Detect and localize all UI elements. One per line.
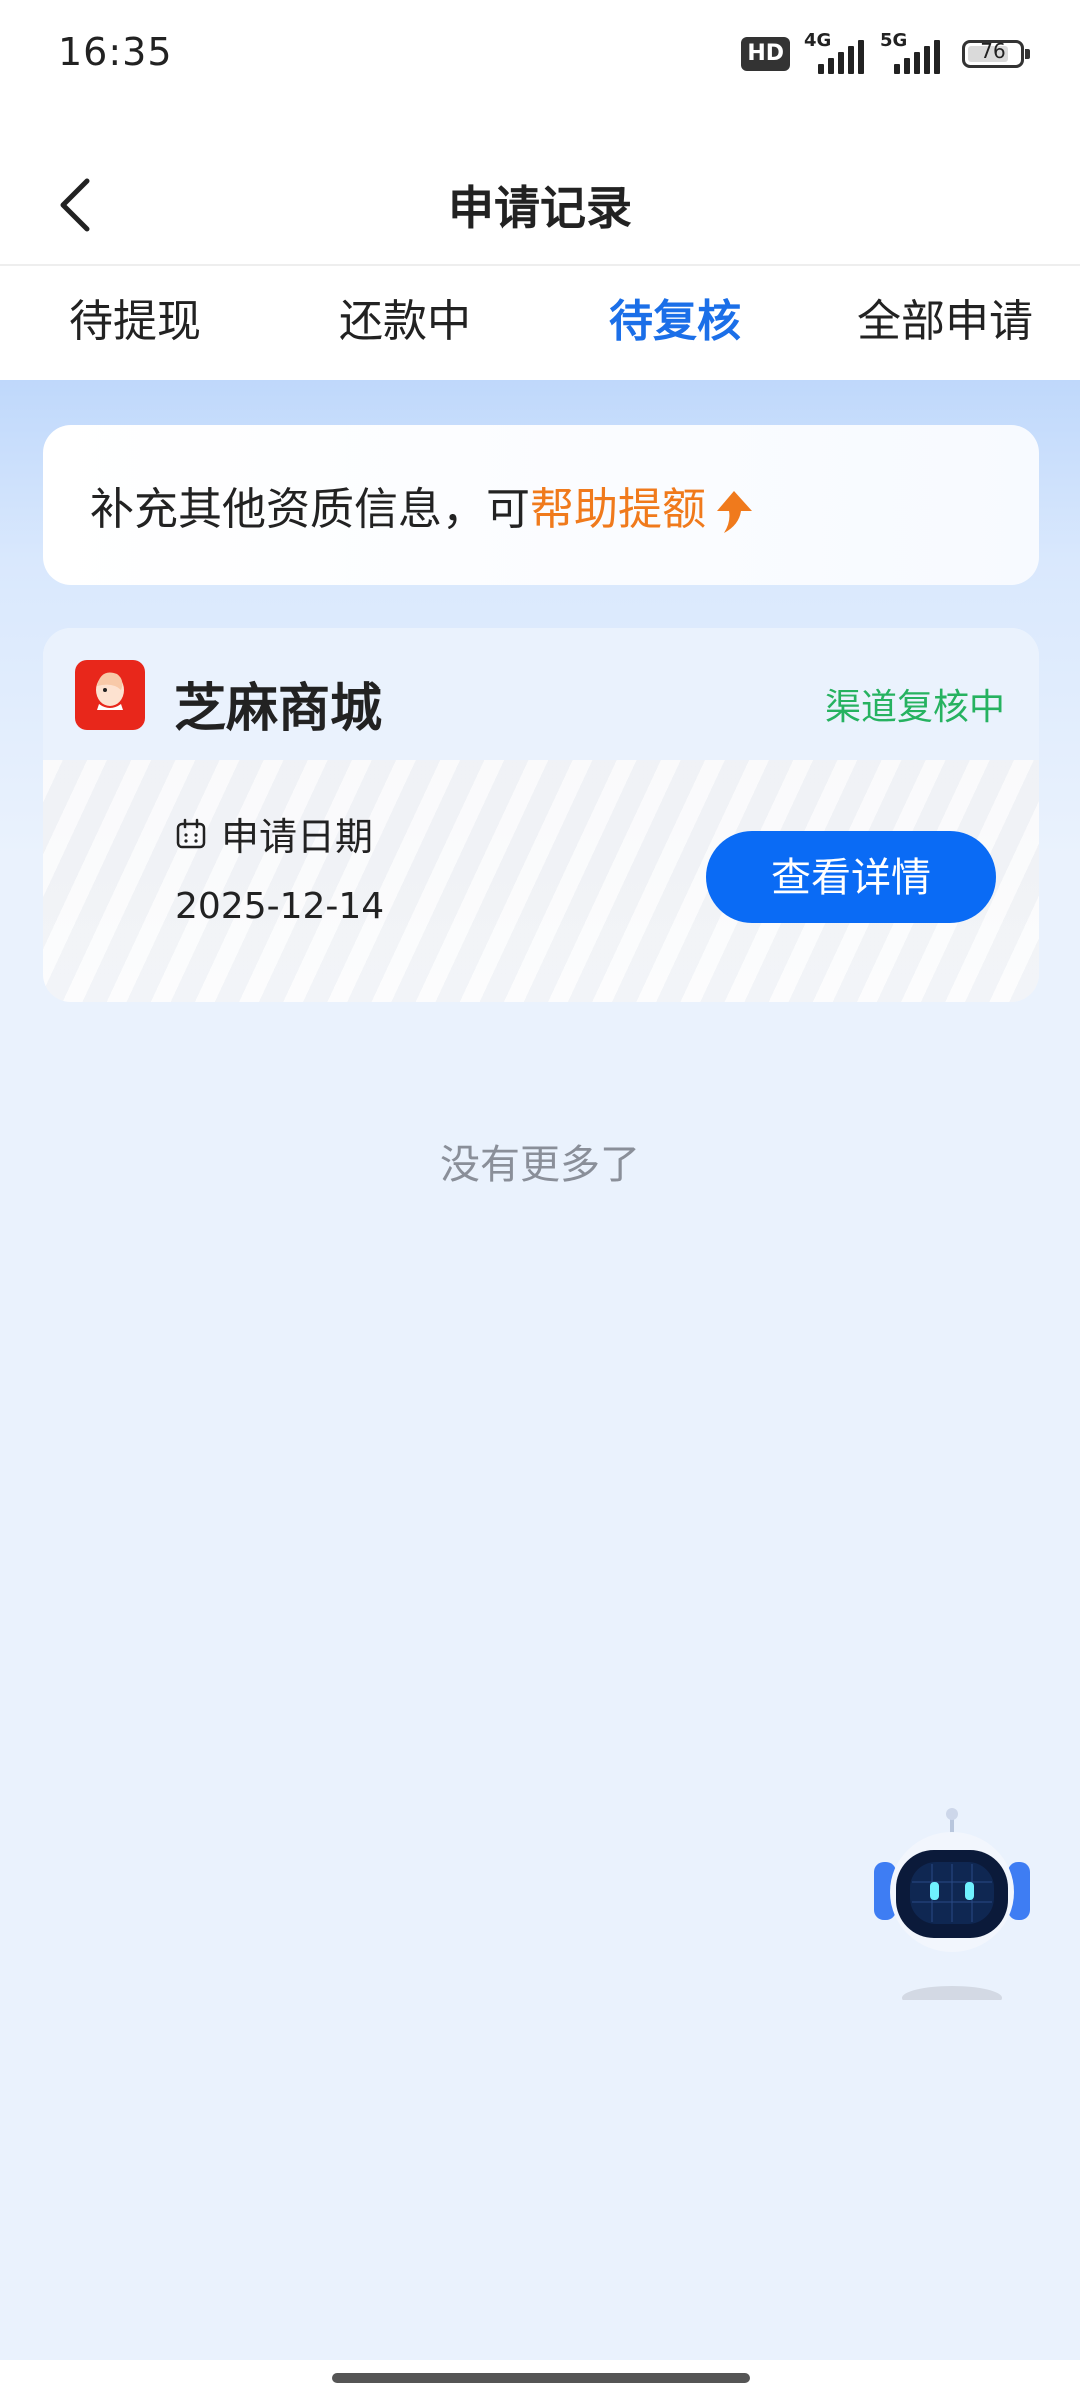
date-label-row: 申请日期 xyxy=(175,806,373,861)
date-value: 2025-12-14 xyxy=(175,886,385,927)
status-icons: HD 4G 5G 76 xyxy=(741,30,1030,76)
battery-icon: 76 xyxy=(962,39,1030,68)
status-time: 16:35 xyxy=(58,30,173,74)
app-name: 芝麻商城 xyxy=(174,679,383,739)
robot-assistant-icon[interactable] xyxy=(872,1800,1032,2010)
nav-bar: 申请记录 xyxy=(0,110,1080,265)
card-body: 申请日期 2025-12-14 查看详情 xyxy=(43,760,1039,1002)
hd-badge: HD xyxy=(741,37,790,71)
date-label: 申请日期 xyxy=(221,815,374,859)
view-details-button[interactable]: 查看详情 xyxy=(706,831,996,923)
application-card: 芝麻商城 渠道复核中 申请日期 2025-12-14 查看详情 xyxy=(43,628,1039,1002)
zhima-logo-icon xyxy=(96,672,124,710)
promo-highlight: 帮助提额 xyxy=(530,484,706,535)
promo-message: 补充其他资质信息，可 xyxy=(90,484,530,535)
tab-repaying[interactable]: 还款中 xyxy=(270,266,540,380)
signal-5g-icon: 5G xyxy=(880,30,942,74)
signal-4g-icon: 4G xyxy=(804,30,866,74)
calendar-icon xyxy=(176,818,206,848)
list-end-message: 没有更多了 xyxy=(440,1142,640,1188)
tab-pending-review[interactable]: 待复核 xyxy=(540,266,810,380)
app-logo xyxy=(75,660,145,730)
status-bar: 16:35 HD 4G 5G 76 xyxy=(0,0,1080,110)
status-badge: 渠道复核中 xyxy=(824,687,1005,728)
card-header: 芝麻商城 渠道复核中 xyxy=(43,628,1039,760)
arrow-up-icon xyxy=(717,491,752,533)
promo-banner[interactable]: 补充其他资质信息，可帮助提额 xyxy=(43,425,1039,585)
page-title: 申请记录 xyxy=(448,181,632,235)
content-area: 补充其他资质信息，可帮助提额 芝麻商城 渠道复核中 申请日期 2025-12-1… xyxy=(0,380,1080,2360)
promo-text: 补充其他资质信息，可帮助提额 xyxy=(90,473,754,537)
tab-bar: 待提现 还款中 待复核 全部申请 xyxy=(0,266,1080,380)
tab-pending-withdrawal[interactable]: 待提现 xyxy=(0,266,270,380)
tab-all-applications[interactable]: 全部申请 xyxy=(810,266,1080,380)
battery-level: 76 xyxy=(980,39,1006,63)
home-indicator[interactable] xyxy=(332,2373,750,2383)
